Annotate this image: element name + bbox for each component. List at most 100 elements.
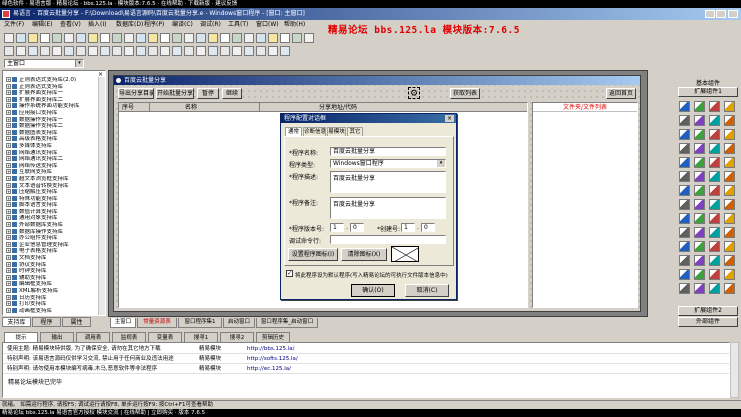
expand-icon[interactable]: +: [6, 255, 11, 261]
component-icon[interactable]: [724, 115, 735, 126]
output-tab-7[interactable]: 剪辑历史: [256, 332, 290, 342]
tree-item[interactable]: + 协议支持库: [3, 261, 105, 269]
toolbar-icon[interactable]: [16, 46, 26, 56]
toolbar-icon[interactable]: [220, 46, 230, 56]
tree-item[interactable]: + 应用接口支持库: [3, 109, 105, 117]
toolbar-icon[interactable]: [16, 33, 26, 43]
toolbar-icon[interactable]: [208, 46, 218, 56]
component-icon[interactable]: [724, 185, 735, 196]
expand-icon[interactable]: +: [6, 90, 11, 96]
toolbar-icon[interactable]: [112, 46, 122, 56]
set-icon-button[interactable]: 设置程序图标(I): [288, 248, 338, 261]
toolbar-icon[interactable]: [172, 46, 182, 56]
document-tab-2[interactable]: 窗口程序集1: [178, 318, 222, 328]
dialog-tab-2[interactable]: 易模块: [327, 127, 346, 136]
tree-item[interactable]: + 数据图表支持库: [3, 129, 105, 137]
toolbar-icon[interactable]: [244, 33, 254, 43]
expand-icon[interactable]: +: [6, 208, 11, 214]
component-icon[interactable]: [724, 171, 735, 182]
menu-item-10[interactable]: 帮助(H): [284, 20, 305, 30]
menu-item-3[interactable]: 插入(I): [88, 20, 106, 30]
expand-icon[interactable]: +: [6, 182, 11, 188]
tree-item[interactable]: + 外部数据库支持库: [3, 222, 105, 229]
output-scrollbar[interactable]: [730, 342, 739, 398]
toolbar-icon[interactable]: [256, 46, 266, 56]
version-major-field[interactable]: 1: [330, 223, 344, 232]
component-icon[interactable]: [694, 283, 705, 294]
output-tab-6[interactable]: 搜寻2: [220, 332, 254, 342]
expand-icon[interactable]: +: [6, 142, 11, 148]
menu-item-7[interactable]: 调试(R): [200, 20, 221, 30]
component-icon[interactable]: [694, 171, 705, 182]
tree-scrollbar[interactable]: [98, 77, 105, 315]
component-icon[interactable]: [709, 171, 720, 182]
form-button-0[interactable]: 导出分享目录: [118, 88, 154, 99]
tree-item[interactable]: + 日历支持库: [3, 294, 105, 302]
program-type-select[interactable]: Windows窗口程序 ▾: [330, 159, 446, 168]
expand-icon[interactable]: +: [6, 77, 11, 82]
document-tab-1[interactable]: 常量资源表: [137, 318, 177, 328]
expand-icon[interactable]: +: [6, 123, 11, 129]
output-tab-1[interactable]: 输出: [40, 332, 74, 342]
tree-item[interactable]: + XML解析支持库: [3, 288, 105, 295]
toolbar-icon[interactable]: [40, 33, 50, 43]
toolbar-icon[interactable]: [280, 33, 290, 43]
toolbar-icon[interactable]: [232, 46, 242, 56]
get-list-button[interactable]: 获取列表: [450, 88, 480, 99]
component-icon[interactable]: [694, 241, 705, 252]
expand-icon[interactable]: +: [6, 149, 11, 155]
component-icon[interactable]: [724, 227, 735, 238]
dialog-tab-0[interactable]: 通常: [285, 127, 302, 136]
component-icon[interactable]: [679, 171, 690, 182]
extended-components-1-tab[interactable]: 扩展组件1: [678, 87, 738, 97]
menu-item-8[interactable]: 工具(T): [228, 20, 248, 30]
toolbar-icon[interactable]: [28, 46, 38, 56]
toolbar-icon[interactable]: [40, 46, 50, 56]
tree-item[interactable]: + 办公组件支持库: [3, 235, 105, 242]
note-field[interactable]: 百度云批量分享: [330, 197, 446, 219]
component-icon[interactable]: [709, 227, 720, 238]
chevron-down-icon[interactable]: ▾: [437, 160, 445, 167]
tree-item[interactable]: + 多媒体支持库: [3, 142, 105, 150]
external-components-tab[interactable]: 外部组件: [678, 317, 738, 327]
output-link[interactable]: http://bbs.125.la/: [247, 344, 347, 354]
toolbar-icon[interactable]: [256, 33, 266, 43]
debug-field[interactable]: [330, 235, 446, 244]
tree-item[interactable]: + 打印支持库: [3, 301, 105, 308]
toolbar-icon[interactable]: [4, 33, 14, 43]
toolbar-icon[interactable]: [136, 33, 146, 43]
maximize-button[interactable]: [716, 10, 726, 18]
expand-icon[interactable]: +: [6, 235, 11, 241]
document-tab-3[interactable]: 启动窗口: [223, 318, 255, 328]
component-icon[interactable]: [709, 101, 720, 112]
tree-item[interactable]: + 正则表达式支持库: [3, 83, 105, 91]
expand-icon[interactable]: +: [6, 129, 11, 135]
expand-icon[interactable]: +: [6, 281, 11, 287]
component-icon[interactable]: [694, 199, 705, 210]
tree-item[interactable]: + 电子表格支持库: [3, 248, 105, 255]
toolbar-icon[interactable]: [124, 46, 134, 56]
default-program-checkbox[interactable]: ✓: [286, 270, 293, 277]
menu-item-5[interactable]: 程序(P): [144, 20, 164, 30]
component-icon[interactable]: [679, 269, 690, 280]
component-icon[interactable]: [709, 241, 720, 252]
toolbar-icon[interactable]: [52, 33, 62, 43]
component-icon[interactable]: [709, 283, 720, 294]
expand-icon[interactable]: +: [6, 294, 11, 300]
output-link[interactable]: http://softs.125.la/: [247, 354, 347, 364]
component-icon[interactable]: [694, 143, 705, 154]
toolbar-icon[interactable]: [160, 46, 170, 56]
tree-item[interactable]: + 网络通讯支持库: [3, 149, 105, 157]
component-icon[interactable]: [724, 283, 735, 294]
tree-item[interactable]: + 数据操作支持库二: [3, 123, 105, 130]
component-icon[interactable]: [694, 255, 705, 266]
clear-icon-button[interactable]: 清除图标(X): [341, 248, 387, 261]
toolbar-icon[interactable]: [280, 46, 290, 56]
tree-item[interactable]: + 超文本浏览框支持库: [3, 175, 105, 183]
gear-icon[interactable]: ⚙: [408, 87, 420, 99]
output-tab-0[interactable]: 提示: [4, 332, 38, 342]
tree-item[interactable]: + 互联网支持库: [3, 169, 105, 176]
ok-button[interactable]: 确认(O): [351, 284, 395, 297]
component-icon[interactable]: [679, 157, 690, 168]
toolbar-icon[interactable]: [208, 33, 218, 43]
